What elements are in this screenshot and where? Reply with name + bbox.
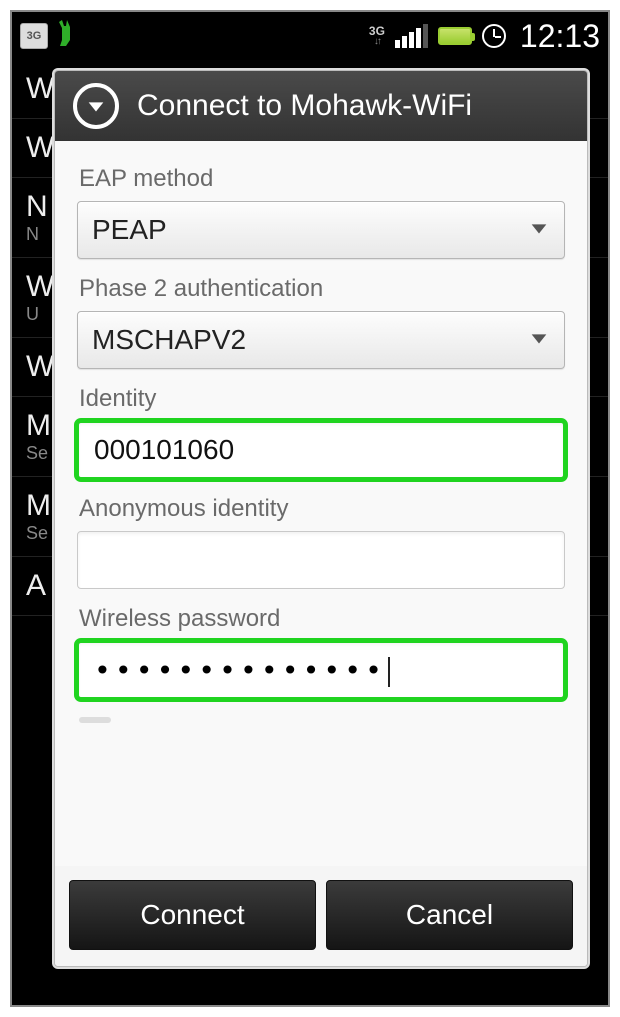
status-clock: 12:13 xyxy=(520,18,600,55)
anonymous-identity-label: Anonymous identity xyxy=(79,495,565,523)
eap-method-label: EAP method xyxy=(79,165,565,193)
anonymous-identity-input[interactable] xyxy=(77,531,565,589)
phase2-value: MSCHAPV2 xyxy=(92,324,246,356)
collapse-icon[interactable] xyxy=(73,83,119,129)
identity-input[interactable] xyxy=(77,421,565,479)
battery-icon xyxy=(438,27,472,45)
connect-button[interactable]: Connect xyxy=(69,880,316,950)
dialog-header[interactable]: Connect to Mohawk-WiFi xyxy=(55,71,587,141)
eap-method-dropdown[interactable]: PEAP xyxy=(77,201,565,259)
cancel-button[interactable]: Cancel xyxy=(326,880,573,950)
alarm-icon xyxy=(482,24,506,48)
dialog-body[interactable]: EAP method PEAP Phase 2 authentication M… xyxy=(55,141,587,866)
device-frame: 3G 3G ↓↑ 12:13 Wi W NN WU Wi MSe MSe A xyxy=(10,10,610,1007)
phase2-dropdown[interactable]: MSCHAPV2 xyxy=(77,311,565,369)
data-3g-icon: 3G ↓↑ xyxy=(369,25,385,47)
llama-app-icon xyxy=(56,18,82,54)
chevron-down-icon xyxy=(528,217,550,244)
status-bar: 3G 3G ↓↑ 12:13 xyxy=(12,12,608,60)
dialog-title: Connect to Mohawk-WiFi xyxy=(137,89,472,123)
wifi-connect-dialog: Connect to Mohawk-WiFi EAP method PEAP P… xyxy=(54,70,588,967)
notification-3g-icon: 3G xyxy=(20,23,48,49)
wireless-password-input[interactable]: •••••••••••••• xyxy=(77,641,565,699)
wireless-password-label: Wireless password xyxy=(79,605,565,633)
eap-method-value: PEAP xyxy=(92,214,167,246)
phase2-label: Phase 2 authentication xyxy=(79,275,565,303)
chevron-down-icon xyxy=(528,327,550,354)
signal-strength-icon xyxy=(395,24,428,48)
identity-label: Identity xyxy=(79,385,565,413)
scroll-indicator xyxy=(79,717,111,723)
dialog-button-row: Connect Cancel xyxy=(55,866,587,966)
password-mask: •••••••••••••• xyxy=(94,654,390,687)
